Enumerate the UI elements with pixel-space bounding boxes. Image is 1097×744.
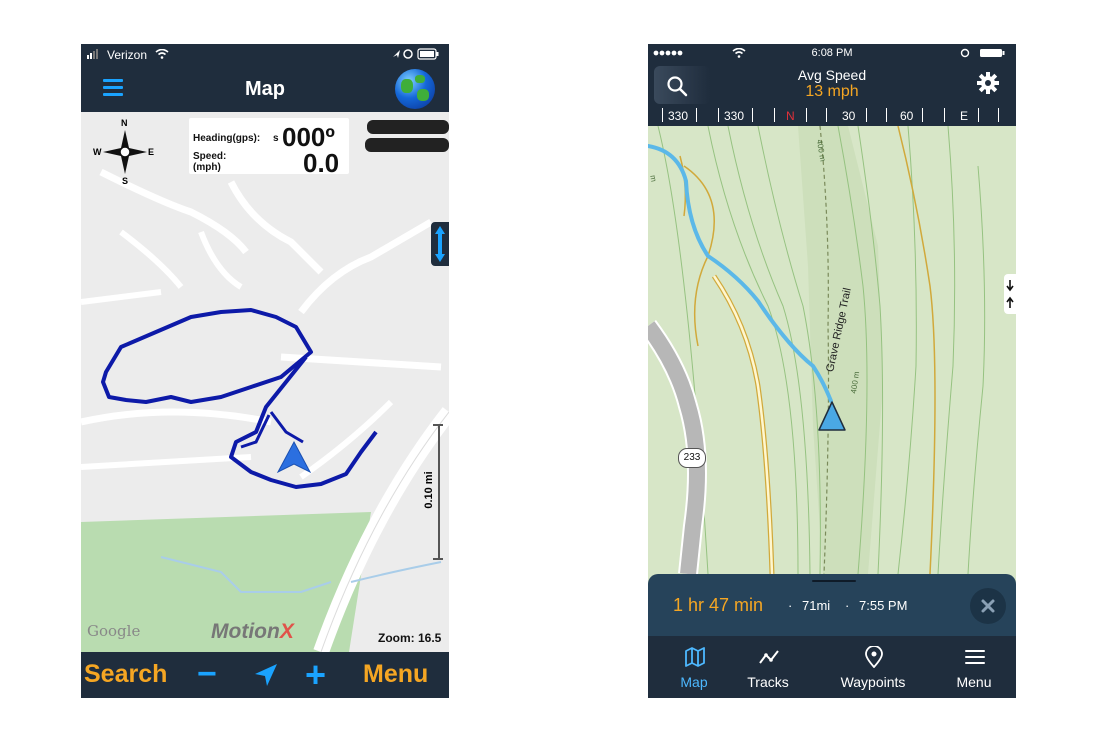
compass-label: 330 [668, 109, 689, 123]
top-header: Avg Speed 13 mph [648, 62, 1016, 104]
tab-label: Tracks [747, 674, 789, 690]
tracks-icon [759, 650, 779, 664]
current-location-arrow-icon [818, 401, 846, 431]
waypoint-pin-icon [865, 646, 883, 668]
map-icon [685, 647, 705, 667]
current-location-arrow-icon [276, 440, 312, 474]
route-eta: 7:55 PM [859, 598, 908, 613]
speed-label: Speed: [193, 151, 227, 162]
compass-label: E [960, 109, 969, 123]
redacted-area [367, 120, 449, 134]
bottom-toolbar: Search − + Menu [81, 652, 449, 698]
search-button[interactable]: Search [84, 660, 167, 689]
edge-contour-label: m [648, 174, 659, 183]
map-view[interactable]: N S W E Heading(gps): s 000º Speed: (mph… [81, 112, 449, 652]
avg-speed-value: 13 mph [805, 83, 859, 100]
separator-dot: · [845, 598, 850, 613]
gps-readout-panel: Heading(gps): s 000º Speed: (mph) 0.0 [189, 118, 349, 178]
gaia-screenshot: 6:08 PM Avg Speed 13 mph 330 330 N 30 60… [648, 44, 1016, 698]
tab-tracks[interactable]: Tracks [722, 636, 814, 698]
globe-icon[interactable] [395, 69, 435, 109]
signal-icon [87, 49, 98, 59]
status-right-icons [393, 48, 439, 60]
route-duration: 1 hr 47 min [673, 595, 764, 615]
compass-e: E [148, 147, 155, 157]
tab-waypoints[interactable]: Waypoints [827, 636, 919, 698]
compass-label: 330 [724, 109, 745, 123]
route-summary-panel[interactable]: 1 hr 47 min · 71mi · 7:55 PM [648, 574, 1016, 644]
speed-value: 0.0 [303, 148, 340, 178]
zoom-out-button[interactable]: − [197, 655, 217, 694]
compass-rose: N S W E [93, 118, 155, 186]
bottom-tab-bar: Map Tracks Waypoints Menu [648, 636, 1016, 698]
zoom-in-button[interactable]: + [305, 654, 326, 696]
carrier-name: Verizon [107, 48, 148, 62]
compass-label: 30 [842, 109, 856, 123]
separator-dot: · [788, 598, 793, 613]
compass-n: N [121, 118, 128, 128]
speed-unit: (mph) [193, 162, 221, 173]
menu-button[interactable]: Menu [363, 660, 428, 689]
compass-s: S [122, 176, 129, 186]
map-roads [81, 122, 449, 652]
scale-toggle-button[interactable] [431, 222, 449, 266]
scale-label: 0.10 mi [423, 471, 435, 509]
heading-label: Heading(gps): [193, 133, 261, 144]
map-zoom-handle[interactable] [1004, 274, 1016, 314]
panel-drag-handle[interactable] [812, 580, 856, 582]
motionx-screenshot: Verizon Map N S W E Heading(gps): s 000º… [81, 44, 449, 698]
nav-bar: Map [81, 66, 449, 112]
close-icon [981, 599, 995, 613]
route-distance: 71mi [802, 598, 831, 613]
scale-bar [438, 424, 440, 560]
status-right-icons [960, 48, 1005, 58]
status-bar: 6:08 PM [648, 44, 1016, 62]
status-bar: Verizon [81, 44, 449, 66]
compass-strip: 330 330 N 30 60 E [648, 104, 1016, 126]
zoom-level: Zoom: 16.5 [378, 631, 442, 645]
compass-label: 60 [900, 109, 914, 123]
page-title: Map [245, 78, 285, 100]
heading-label-tail: s [273, 133, 279, 144]
collapse-arrows-icon [1006, 280, 1014, 308]
topo-map-view[interactable]: Grave Ridge Trail 400 m 400 m m 233 [648, 126, 1016, 574]
road-shield: 233 [678, 448, 706, 468]
tab-label: Waypoints [840, 674, 906, 690]
avg-speed-label: Avg Speed [797, 67, 867, 83]
redacted-area [365, 138, 449, 152]
compass-label-north: N [786, 109, 795, 123]
wifi-icon [155, 49, 169, 59]
motionx-logo: MotionX [211, 620, 294, 643]
google-logo: Google [87, 622, 141, 640]
tab-menu[interactable]: Menu [928, 636, 1016, 698]
compass-rose-icon [103, 130, 147, 174]
up-down-arrow-icon [435, 226, 445, 262]
close-route-button[interactable] [970, 588, 1006, 624]
tab-label: Menu [956, 674, 992, 690]
gear-icon[interactable] [976, 71, 1000, 95]
compass-w: W [93, 147, 102, 157]
locate-arrow-icon[interactable] [253, 662, 279, 688]
menu-icon [965, 650, 985, 664]
